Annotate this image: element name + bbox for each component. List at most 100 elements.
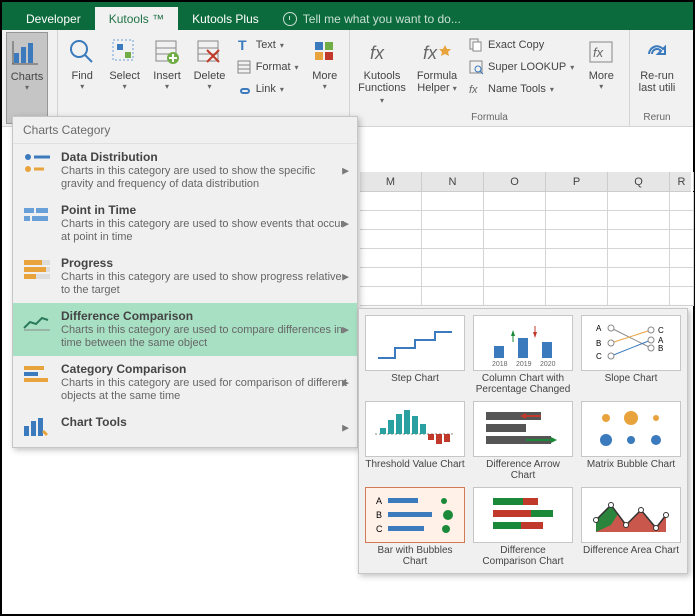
name-icon: fx bbox=[468, 81, 484, 97]
chart-option-slope[interactable]: ABCCAB Slope Chart bbox=[579, 313, 683, 397]
tab-kutools-plus[interactable]: Kutools Plus bbox=[178, 7, 273, 30]
tab-developer[interactable]: Developer bbox=[12, 7, 95, 30]
select-button[interactable]: Select ▾ bbox=[104, 32, 144, 124]
chart-option-threshold[interactable]: Threshold Value Chart bbox=[363, 399, 467, 483]
kfunc-l2: Functions bbox=[358, 82, 406, 94]
chart-option-bar-bubbles[interactable]: ABC Bar with Bubbles Chart bbox=[363, 485, 467, 569]
chart-option-diff-area[interactable]: Difference Area Chart bbox=[579, 485, 683, 569]
nametools-label: Name Tools bbox=[488, 83, 546, 95]
col-header[interactable]: R bbox=[670, 172, 694, 191]
dd-desc: Charts in this category are used to show… bbox=[61, 165, 349, 191]
dropdown-item-difference-comparison[interactable]: Difference ComparisonCharts in this cate… bbox=[13, 303, 357, 356]
link-label: Link bbox=[256, 83, 276, 95]
col-header[interactable]: P bbox=[546, 172, 608, 191]
find-label: Find bbox=[72, 70, 93, 82]
format-button[interactable]: Format▾ bbox=[232, 56, 303, 78]
chevron-down-icon: ▾ bbox=[550, 85, 554, 94]
insert-button[interactable]: Insert ▾ bbox=[147, 32, 187, 124]
svg-text:B: B bbox=[376, 510, 382, 520]
chevron-down-icon: ▾ bbox=[25, 83, 29, 92]
charts-dropdown: Charts Category Data DistributionCharts … bbox=[12, 116, 358, 448]
tell-me-search[interactable]: Tell me what you want to do... bbox=[283, 12, 461, 30]
exactcopy-label: Exact Copy bbox=[488, 39, 544, 51]
name-tools-button[interactable]: fx Name Tools ▾ bbox=[464, 78, 578, 100]
chart-option-column-pct[interactable]: 201820192020 Column Chart with Percentag… bbox=[471, 313, 575, 397]
rerun-button[interactable]: Re-runlast utili bbox=[634, 32, 680, 111]
barbubbles-thumb: ABC bbox=[365, 487, 465, 543]
chart-label: Bar with Bubbles Chart bbox=[365, 545, 465, 567]
more-button[interactable]: More ▾ bbox=[305, 32, 345, 124]
column-pct-thumb: 201820192020 bbox=[473, 315, 573, 371]
insert-icon bbox=[151, 36, 183, 68]
chart-option-diff-arrow[interactable]: Difference Arrow Chart bbox=[471, 399, 575, 483]
super-lookup-button[interactable]: Super LOOKUP▾ bbox=[464, 56, 578, 78]
chevron-down-icon: ▾ bbox=[165, 82, 169, 91]
svg-text:T: T bbox=[238, 37, 247, 53]
link-button[interactable]: Link ▾ bbox=[232, 78, 303, 100]
copy-icon bbox=[468, 37, 484, 53]
ribbon: Charts ▾ Find ▾ Select ▾ Insert ▾ bbox=[2, 30, 693, 127]
dd-desc: Charts in this category are used to comp… bbox=[61, 324, 349, 350]
chart-label: Difference Arrow Chart bbox=[473, 459, 573, 481]
formula-helper-button[interactable]: fx FormulaHelper ▾ bbox=[412, 32, 462, 111]
chart-label: Difference Area Chart bbox=[583, 545, 679, 567]
kutools-functions-button[interactable]: fx KutoolsFunctions ▾ bbox=[354, 32, 410, 111]
pointtime-icon bbox=[21, 203, 53, 229]
fx-box-icon: fx bbox=[585, 36, 617, 68]
dropdown-item-progress[interactable]: ProgressCharts in this category are used… bbox=[13, 250, 357, 303]
svg-text:fx: fx bbox=[370, 43, 385, 63]
chevron-down-icon: ▾ bbox=[80, 82, 84, 91]
tell-me-placeholder: Tell me what you want to do... bbox=[303, 12, 461, 26]
chart-option-step[interactable]: Step Chart bbox=[363, 313, 467, 397]
chart-label: Column Chart with Percentage Changed bbox=[473, 373, 573, 395]
more2-button[interactable]: fx More ▾ bbox=[580, 32, 622, 111]
text-button[interactable]: TText▾ bbox=[232, 34, 303, 56]
diffcompare-thumb bbox=[473, 487, 573, 543]
select-label: Select bbox=[109, 70, 140, 82]
col-header[interactable]: Q bbox=[608, 172, 670, 191]
dd-desc: Charts in this category are used to show… bbox=[61, 218, 349, 244]
chevron-down-icon: ▾ bbox=[323, 82, 327, 91]
dropdown-item-chart-tools[interactable]: Chart Tools ▶ bbox=[13, 409, 357, 447]
diffarrow-thumb bbox=[473, 401, 573, 457]
svg-text:2018: 2018 bbox=[492, 361, 508, 368]
cells-area[interactable] bbox=[360, 192, 691, 306]
group-formula-label: Formula bbox=[354, 111, 625, 124]
dropdown-item-category-comparison[interactable]: Category ComparisonCharts in this catego… bbox=[13, 356, 357, 409]
col-header[interactable]: N bbox=[422, 172, 484, 191]
tab-kutools[interactable]: Kutools ™ bbox=[95, 7, 178, 30]
diffcomp-icon bbox=[21, 309, 53, 335]
chart-option-matrix-bubble[interactable]: Matrix Bubble Chart bbox=[579, 399, 683, 483]
chevron-down-icon: ▾ bbox=[280, 85, 284, 94]
delete-button[interactable]: Delete ▾ bbox=[189, 32, 229, 124]
chevron-down-icon: ▾ bbox=[123, 82, 127, 91]
select-icon bbox=[109, 36, 141, 68]
exact-copy-button[interactable]: Exact Copy bbox=[464, 34, 578, 56]
col-header[interactable]: O bbox=[484, 172, 546, 191]
chevron-right-icon: ▶ bbox=[342, 271, 349, 282]
dd-title: Chart Tools bbox=[61, 415, 127, 429]
more2-label: More bbox=[589, 70, 614, 82]
catcomp-icon bbox=[21, 362, 53, 388]
svg-text:B: B bbox=[658, 344, 663, 353]
column-headers: M N O P Q R bbox=[360, 172, 691, 192]
text-label: Text bbox=[256, 39, 276, 51]
submenu-charts: Step Chart 201820192020 Column Chart wit… bbox=[358, 308, 688, 574]
kfunc-l1: Kutools bbox=[364, 70, 401, 82]
svg-text:C: C bbox=[596, 352, 602, 361]
dropdown-item-data-distribution[interactable]: Data DistributionCharts in this category… bbox=[13, 144, 357, 197]
fhelper-l2: Helper bbox=[417, 82, 449, 94]
svg-text:fx: fx bbox=[593, 45, 604, 60]
insert-label: Insert bbox=[153, 70, 181, 82]
col-header[interactable]: M bbox=[360, 172, 422, 191]
chart-option-diff-compare[interactable]: Difference Comparison Chart bbox=[471, 485, 575, 569]
redo-icon bbox=[641, 36, 673, 68]
chevron-down-icon: ▾ bbox=[380, 96, 384, 105]
superlookup-label: Super LOOKUP bbox=[488, 61, 566, 73]
dropdown-item-point-in-time[interactable]: Point in TimeCharts in this category are… bbox=[13, 197, 357, 250]
ribbon-tabs: Developer Kutools ™ Kutools Plus Tell me… bbox=[2, 2, 693, 30]
charts-button[interactable]: Charts ▾ bbox=[6, 32, 48, 124]
format-icon bbox=[236, 59, 252, 75]
svg-text:2019: 2019 bbox=[516, 361, 532, 368]
find-button[interactable]: Find ▾ bbox=[62, 32, 102, 124]
